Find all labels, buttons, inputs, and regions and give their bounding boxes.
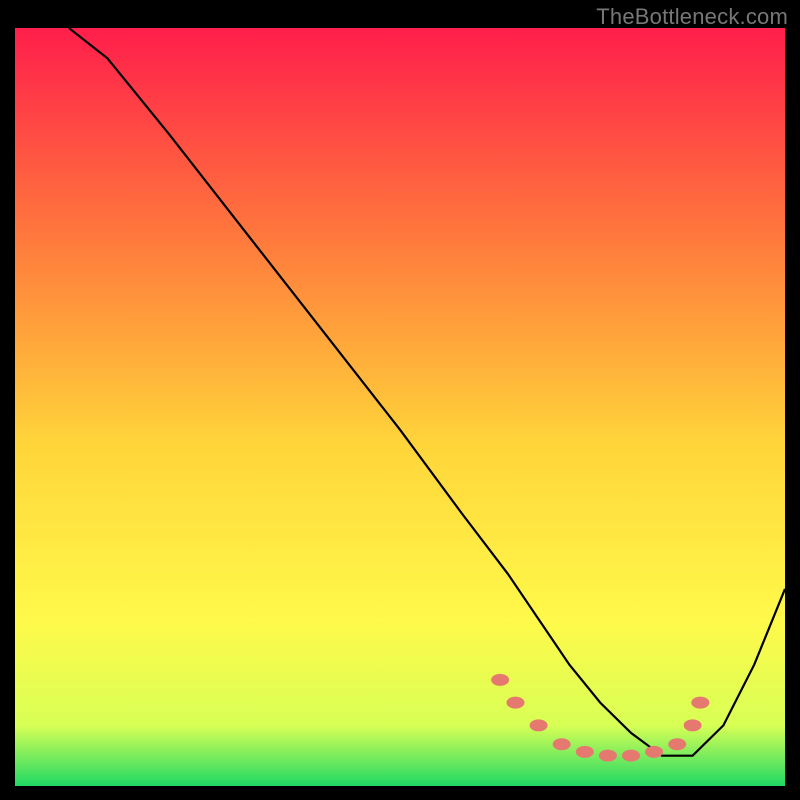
gradient-background xyxy=(15,28,785,786)
highlight-dot xyxy=(599,750,617,762)
highlight-dot xyxy=(622,750,640,762)
highlight-dot xyxy=(530,719,548,731)
highlight-dot xyxy=(668,738,686,750)
bottleneck-chart xyxy=(15,28,785,786)
highlight-dot xyxy=(553,738,571,750)
highlight-dot xyxy=(491,674,509,686)
highlight-dot xyxy=(507,697,525,709)
chart-frame xyxy=(15,28,785,786)
highlight-dot xyxy=(684,719,702,731)
watermark-text: TheBottleneck.com xyxy=(596,4,788,30)
highlight-dot xyxy=(691,697,709,709)
highlight-dot xyxy=(576,746,594,758)
highlight-dot xyxy=(645,746,663,758)
